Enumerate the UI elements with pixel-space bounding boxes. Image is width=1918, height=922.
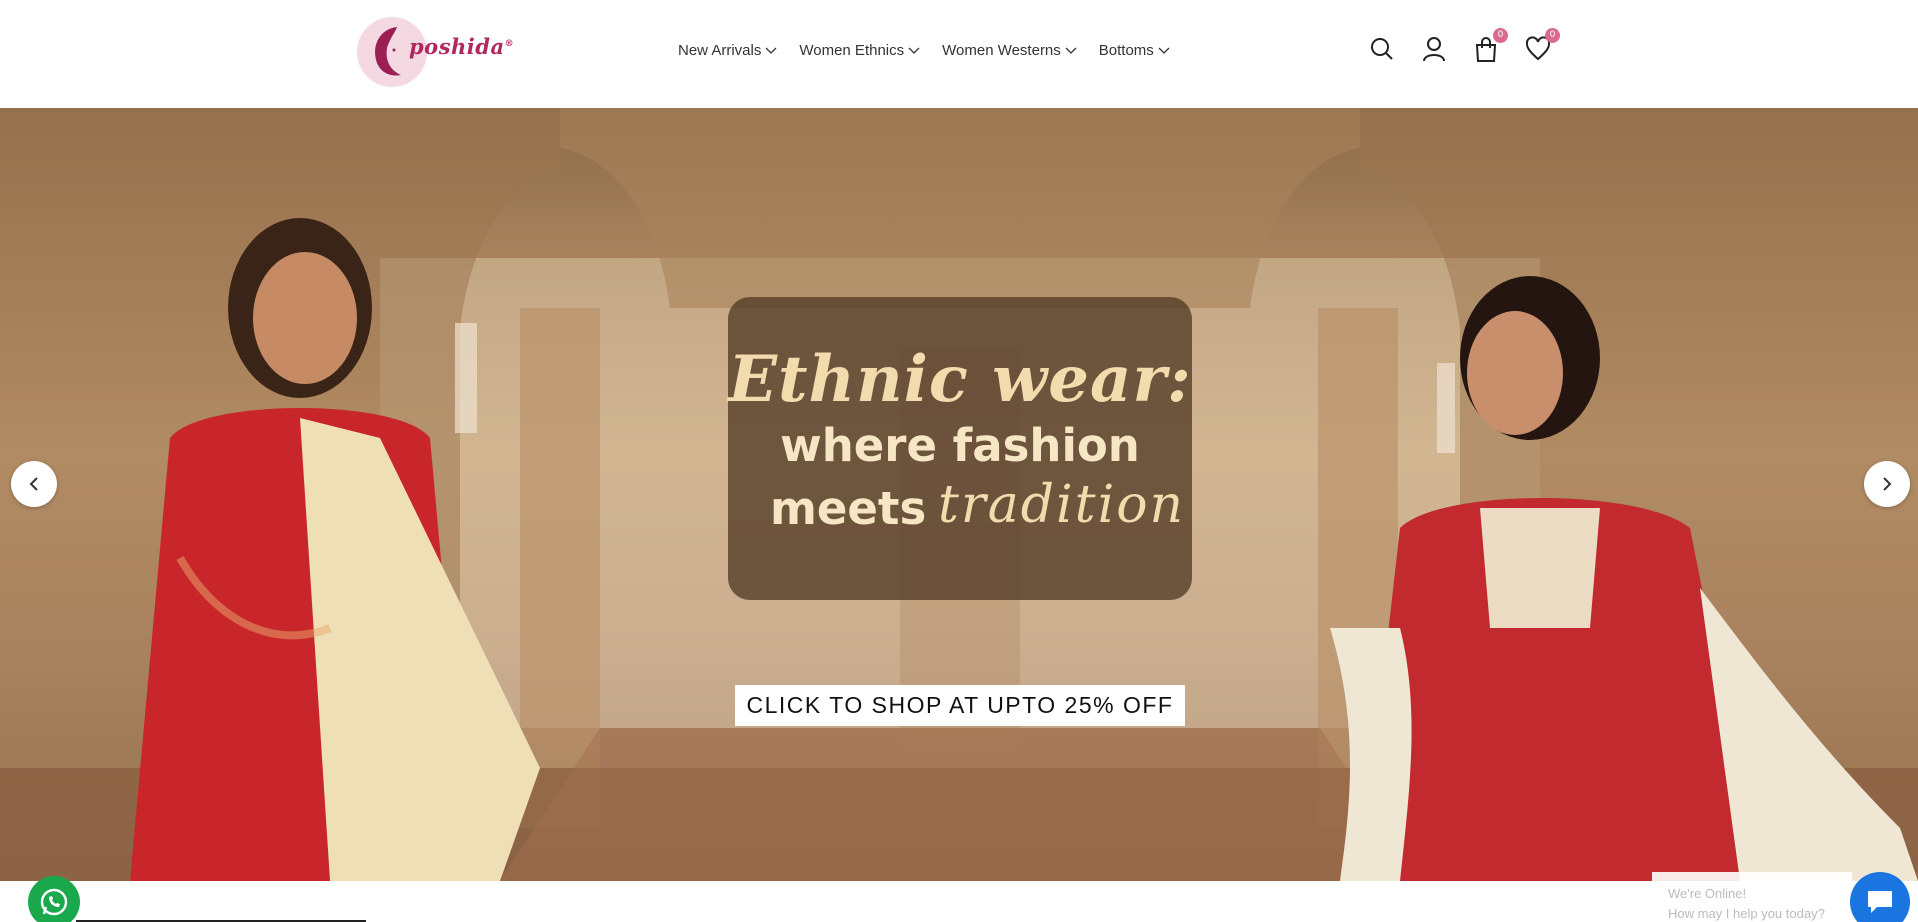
wishlist-count-badge: 0 (1545, 28, 1560, 43)
nav-item-label: Women Westerns (942, 42, 1061, 59)
chat-bubble-icon (1868, 891, 1892, 913)
search-button[interactable] (1370, 36, 1394, 62)
header-actions: 0 0 (1370, 28, 1560, 62)
cart-button[interactable]: 0 (1474, 28, 1508, 62)
promo-headline-line-2: where fashion (780, 419, 1140, 472)
account-button[interactable] (1422, 36, 1446, 62)
promo-headline-line-3: meets (770, 482, 927, 535)
nav-women-ethnics[interactable]: Women Ethnics (799, 42, 920, 59)
chat-greeting-title: We're Online! (1668, 886, 1747, 901)
carousel-prev-button[interactable] (11, 461, 57, 507)
chevron-left-icon (29, 477, 38, 491)
whatsapp-chat-button[interactable] (28, 876, 80, 922)
search-icon (1371, 38, 1393, 60)
nav-item-label: Women Ethnics (799, 42, 905, 59)
chat-greeting-subtitle: How may I help you today? (1668, 906, 1825, 921)
chevron-down-icon (1158, 47, 1170, 54)
promo-headline-card: Ethnic wear: where fashion meets traditi… (728, 297, 1192, 600)
site-header: poshida® New Arrivals Women Ethnics Wome… (0, 0, 1918, 108)
chevron-down-icon (1065, 47, 1077, 54)
nav-item-label: New Arrivals (678, 42, 762, 59)
main-nav: New Arrivals Women Ethnics Women Western… (678, 42, 1170, 59)
hero-banner[interactable]: Ethnic wear: where fashion meets traditi… (0, 108, 1918, 881)
promo-headline-line-1: Ethnic wear: (728, 342, 1192, 417)
brand-logo[interactable]: poshida® (357, 16, 514, 88)
chevron-down-icon (908, 47, 920, 54)
chevron-right-icon (1883, 477, 1892, 491)
nav-bottoms[interactable]: Bottoms (1099, 42, 1170, 59)
whatsapp-icon (40, 888, 68, 916)
nav-item-label: Bottoms (1098, 42, 1154, 59)
cart-count-badge: 0 (1493, 28, 1508, 43)
nav-new-arrivals[interactable]: New Arrivals (678, 42, 777, 59)
user-icon (1423, 37, 1445, 62)
carousel-next-button[interactable] (1864, 461, 1910, 507)
logo-text: poshida® (409, 34, 515, 59)
promo-headline-script-word: tradition (938, 475, 1185, 535)
shop-now-cta-button[interactable]: CLICK TO SHOP AT UPTO 25% OFF (735, 685, 1185, 726)
live-chat-greeting: We're Online! How may I help you today? (1652, 872, 1852, 922)
chevron-down-icon (765, 47, 777, 54)
nav-women-westerns[interactable]: Women Westerns (942, 42, 1077, 59)
wishlist-button[interactable]: 0 (1525, 28, 1560, 62)
